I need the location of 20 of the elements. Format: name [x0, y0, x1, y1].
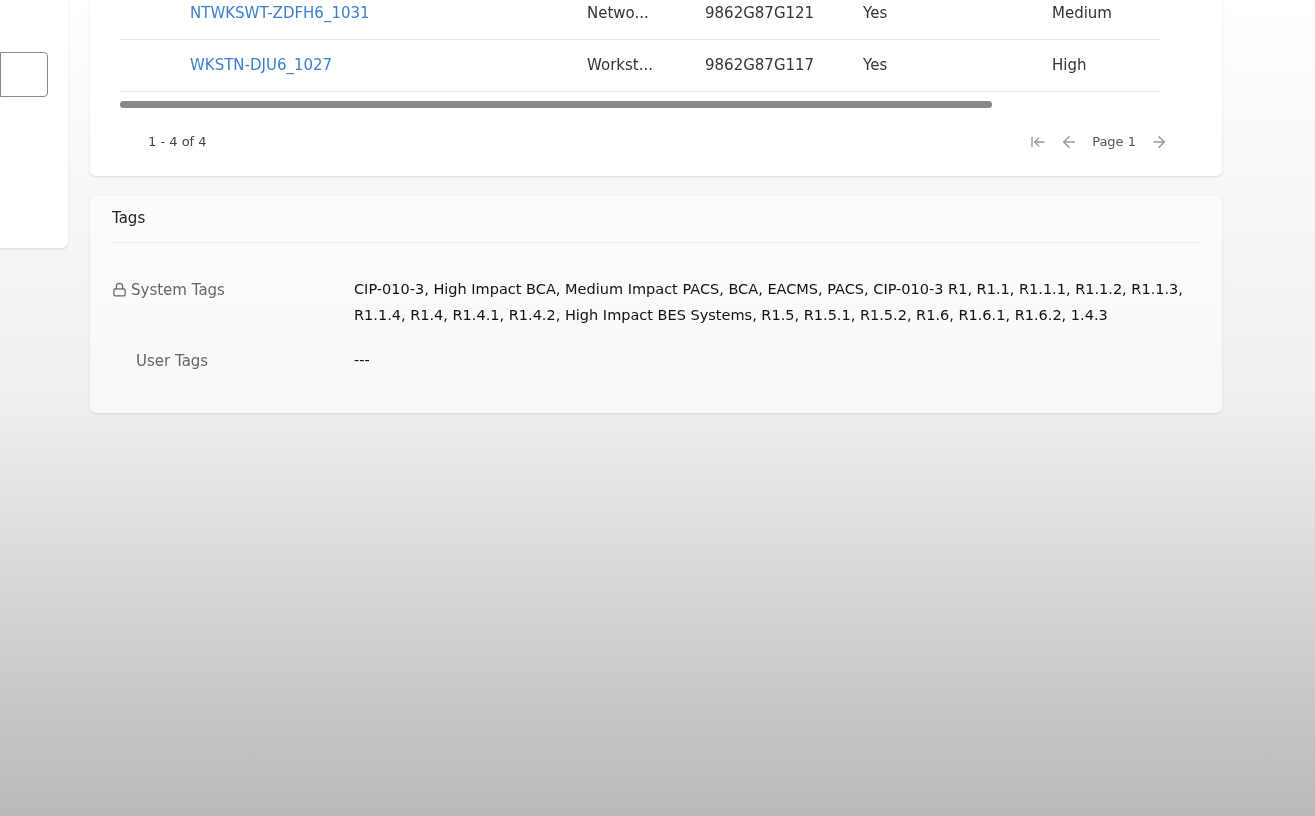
- table-cell-text: 9862G87G117: [705, 55, 816, 77]
- tag-value: CIP-010-3, High Impact BCA, Medium Impact PACS, BCA, EACMS, PACS, CIP-010-3 R1, R1.1, R1.1.1, R1.1.2, R1.1.3, R1.1.4, R1.4, R1.4.1, R1.4.2, High Impact BES Systems, R1.5, R1.5.1, R1.5.2, R1.6, R1.6.1, R1.6.2, 1.4.3: [354, 279, 1184, 325]
- asset-link[interactable]: NTWKSWT-ZDFH6_1031: [190, 2, 587, 25]
- asset-link[interactable]: WKSTN-DJU6_1027: [190, 54, 587, 77]
- lock-icon: [112, 282, 127, 298]
- tag-label: System Tags: [131, 279, 225, 301]
- table-cell-text: Medium: [1052, 3, 1112, 25]
- table-cell-text: Netwo...: [587, 3, 650, 25]
- tag-label: User Tags: [135, 350, 209, 372]
- tag-value: ---: [354, 350, 371, 370]
- section-title: Tags: [112, 208, 146, 230]
- table-cell-text: Workst...: [587, 55, 654, 77]
- table-cell-text: Yes: [863, 55, 889, 77]
- horizontal-scrollbar[interactable]: [120, 101, 992, 108]
- table-cell-text: Yes: [863, 3, 889, 25]
- results-count: 1 - 4 of 4: [148, 133, 207, 151]
- page-indicator: Page 1: [1092, 133, 1136, 151]
- input-field[interactable]: [0, 52, 48, 97]
- table-cell-text: 9862G87G121: [705, 3, 816, 25]
- table-cell-text: High: [1052, 55, 1087, 77]
